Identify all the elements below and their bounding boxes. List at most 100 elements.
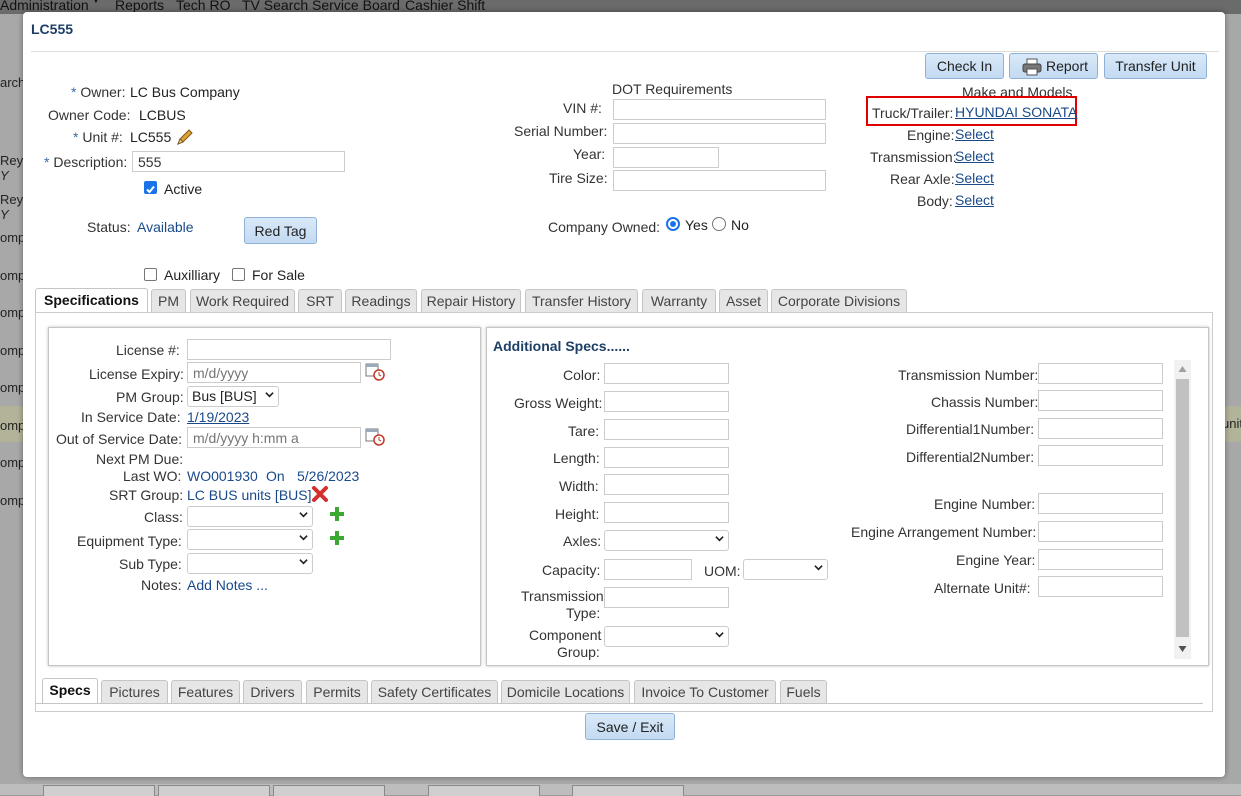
description-input[interactable] <box>132 151 345 172</box>
auxilliary-label: Auxilliary <box>164 267 221 283</box>
status-label: Status: <box>87 219 131 235</box>
vin-input[interactable] <box>613 99 826 120</box>
tab-work-required[interactable]: Work Required <box>190 289 295 312</box>
in-service-date-link[interactable]: 1/19/2023 <box>187 409 249 425</box>
width-input[interactable] <box>604 474 729 495</box>
chevron-down-icon <box>299 559 308 565</box>
tab-repair-history[interactable]: Repair History <box>421 289 521 312</box>
divider <box>31 51 1219 52</box>
owner-code-label: Owner Code: <box>48 107 131 123</box>
height-input[interactable] <box>604 502 729 523</box>
tab-asset[interactable]: Asset <box>719 289 768 312</box>
red-tag-button[interactable]: Red Tag <box>244 217 317 244</box>
class-select[interactable] <box>187 506 313 527</box>
chassis-number-input[interactable] <box>1038 390 1163 411</box>
engine-select-link[interactable]: Select <box>955 126 994 142</box>
transmission-select-link[interactable]: Select <box>955 148 994 164</box>
tab-warranty[interactable]: Warranty <box>642 289 716 312</box>
engine-arrangement-number-input[interactable] <box>1038 521 1163 542</box>
width-label: Width: <box>559 478 599 494</box>
differential2-number-input[interactable] <box>1038 445 1163 466</box>
tab-permits[interactable]: Permits <box>306 680 368 703</box>
report-button[interactable]: Report <box>1009 53 1098 79</box>
rear-axle-select-link[interactable]: Select <box>955 170 994 186</box>
vertical-scrollbar[interactable] <box>1174 360 1191 659</box>
scroll-down-icon[interactable] <box>1178 645 1187 653</box>
out-of-service-date-input[interactable] <box>187 427 361 448</box>
remove-x-icon[interactable] <box>311 485 329 503</box>
differential1-number-input[interactable] <box>1038 418 1163 439</box>
add-notes-link[interactable]: Add Notes ... <box>187 577 268 593</box>
tab-fuels[interactable]: Fuels <box>780 680 827 703</box>
component-group-select[interactable] <box>604 626 729 647</box>
equipment-type-select[interactable] <box>187 529 313 550</box>
engine-year-input[interactable] <box>1038 549 1163 570</box>
background-tab[interactable] <box>572 785 684 796</box>
unit-label: * Unit #: <box>73 129 123 145</box>
transmission-number-input[interactable] <box>1038 363 1163 384</box>
transmission-type-input[interactable] <box>604 587 729 608</box>
length-input[interactable] <box>604 447 729 468</box>
last-wo-value[interactable]: WO001930 <box>187 468 258 484</box>
add-plus-icon[interactable] <box>328 505 346 523</box>
save-exit-button[interactable]: Save / Exit <box>585 713 675 740</box>
alternate-unit-input[interactable] <box>1038 576 1163 597</box>
tab-invoice-to-customer[interactable]: Invoice To Customer <box>634 680 776 703</box>
company-owned-yes-radio[interactable] <box>666 217 680 231</box>
engine-number-input[interactable] <box>1038 493 1163 514</box>
uom-select[interactable] <box>743 559 828 580</box>
sub-type-select[interactable] <box>187 553 313 574</box>
transfer-unit-button[interactable]: Transfer Unit <box>1104 53 1207 79</box>
color-label: Color: <box>563 367 601 383</box>
srt-group-label: SRT Group: <box>109 487 184 503</box>
capacity-input[interactable] <box>604 559 692 580</box>
license-expiry-input[interactable] <box>187 362 361 383</box>
auxilliary-checkbox[interactable] <box>144 268 157 281</box>
add-plus-icon[interactable] <box>328 529 346 547</box>
scrollbar-thumb[interactable] <box>1176 379 1189 637</box>
tab-features[interactable]: Features <box>171 680 240 703</box>
background-tab[interactable] <box>43 785 155 796</box>
tare-input[interactable] <box>604 419 729 440</box>
chevron-down-icon <box>814 565 823 571</box>
tab-pm[interactable]: PM <box>151 289 186 312</box>
tab-pictures[interactable]: Pictures <box>101 680 168 703</box>
company-owned-no-radio[interactable] <box>712 217 726 231</box>
background-tab[interactable] <box>428 785 540 796</box>
year-input[interactable] <box>613 147 719 168</box>
tab-transfer-history[interactable]: Transfer History <box>525 289 638 312</box>
tab-readings[interactable]: Readings <box>345 289 417 312</box>
tab-safety-certificates[interactable]: Safety Certificates <box>371 680 498 703</box>
tab-domicile-locations[interactable]: Domicile Locations <box>501 680 630 703</box>
tab-srt[interactable]: SRT <box>298 289 342 312</box>
last-wo-label: Last WO: <box>123 468 182 484</box>
active-checkbox[interactable] <box>144 181 157 194</box>
axles-select[interactable] <box>604 530 729 551</box>
background-tab[interactable] <box>273 785 385 796</box>
scroll-up-icon[interactable] <box>1178 365 1187 373</box>
body-select-link[interactable]: Select <box>955 192 994 208</box>
check-in-button[interactable]: Check In <box>925 53 1004 79</box>
pencil-icon[interactable] <box>175 127 195 147</box>
notes-label: Notes: <box>141 577 182 593</box>
vin-label: VIN #: <box>563 100 602 116</box>
tab-corporate-divisions[interactable]: Corporate Divisions <box>771 289 907 312</box>
chevron-down-icon <box>299 512 308 518</box>
tire-size-input[interactable] <box>613 170 826 191</box>
tab-specs[interactable]: Specs <box>42 678 98 704</box>
tab-specifications[interactable]: Specifications <box>35 288 148 314</box>
background-tab[interactable] <box>158 785 270 796</box>
gross-weight-input[interactable] <box>604 391 729 412</box>
calendar-clock-icon[interactable] <box>365 426 385 446</box>
truck-trailer-link[interactable]: HYUNDAI SONATA <box>955 104 1077 120</box>
axles-label: Axles: <box>563 533 602 549</box>
license-input[interactable] <box>187 339 391 360</box>
pm-group-select[interactable]: Bus [BUS] <box>187 386 279 407</box>
differential1-number-label: Differential1Number: <box>906 421 1035 437</box>
calendar-clock-icon[interactable] <box>365 361 385 381</box>
background-text: omp <box>0 493 26 508</box>
tab-drivers[interactable]: Drivers <box>243 680 302 703</box>
serial-number-input[interactable] <box>613 123 826 144</box>
color-input[interactable] <box>604 363 729 384</box>
for-sale-checkbox[interactable] <box>232 268 245 281</box>
